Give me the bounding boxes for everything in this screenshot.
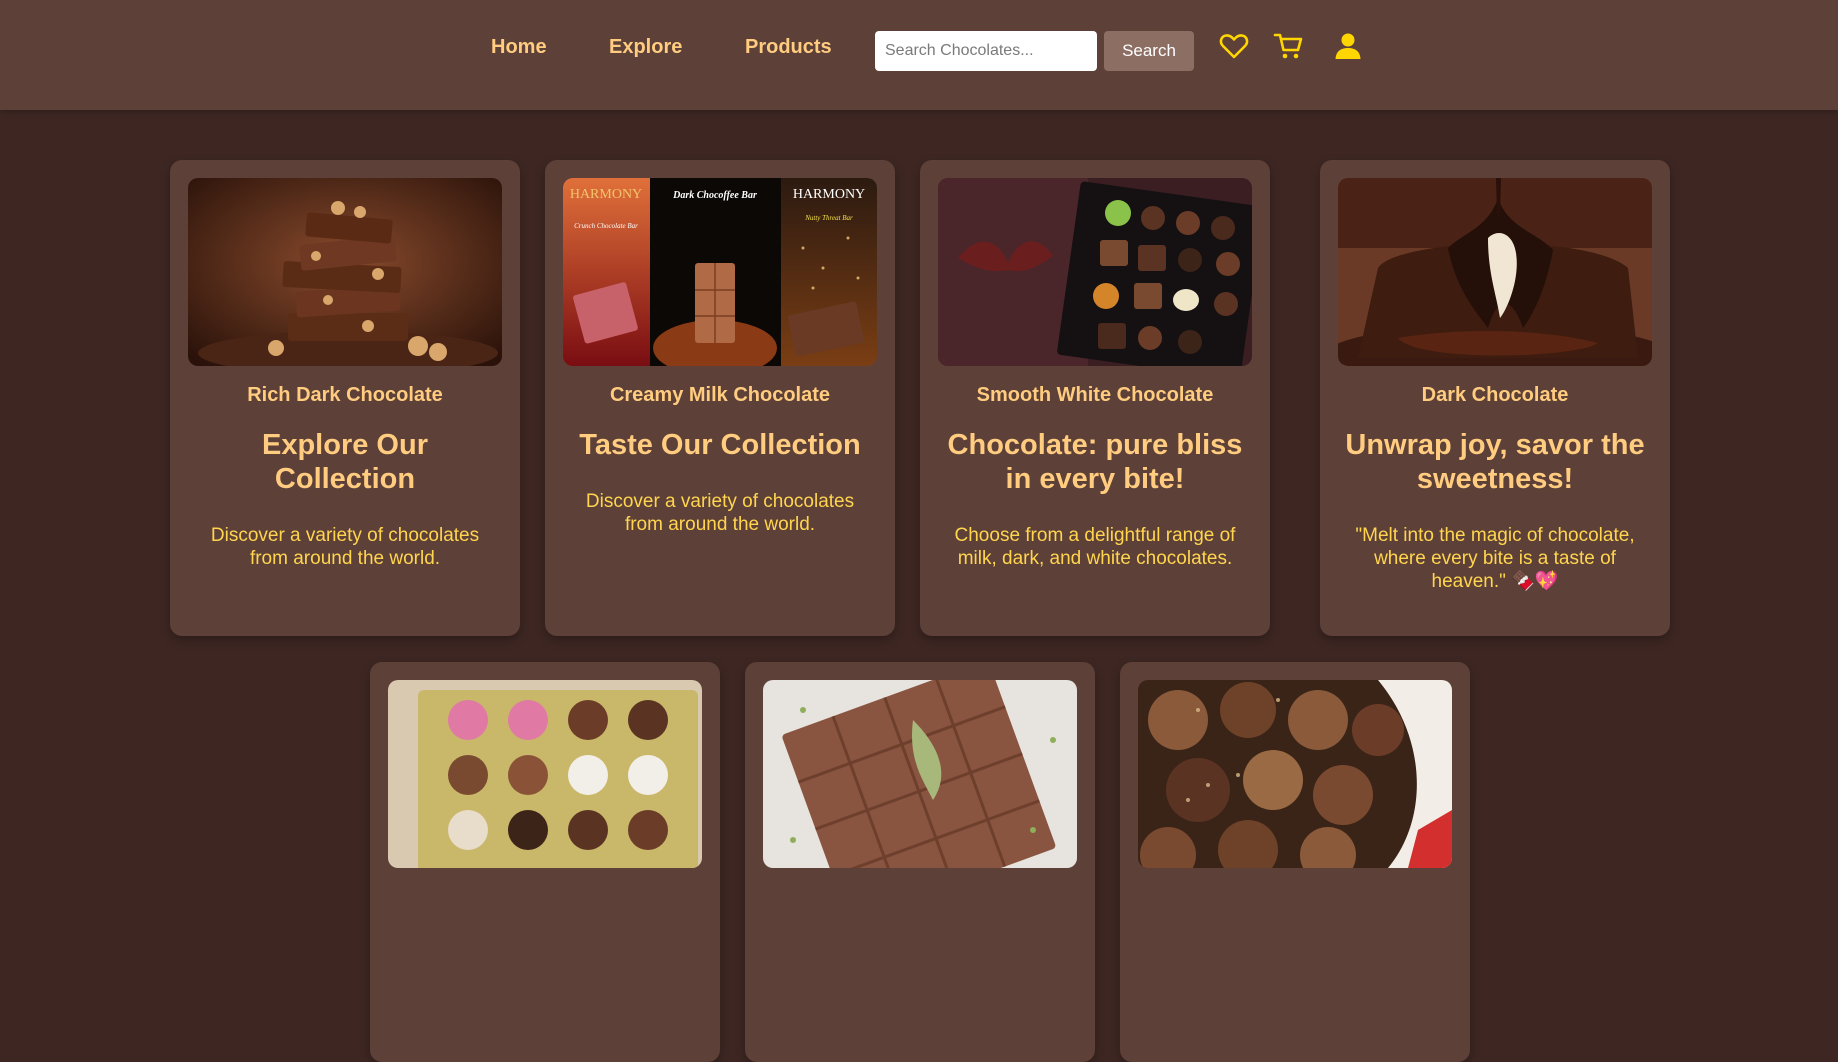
hazelnut-chocolate-stack-image bbox=[188, 178, 502, 366]
user-icon[interactable] bbox=[1332, 30, 1364, 62]
heart-icon[interactable] bbox=[1218, 30, 1250, 62]
card-description: Choose from a delightful range of milk, … bbox=[954, 525, 1236, 569]
cart-icon[interactable] bbox=[1273, 30, 1305, 62]
svg-text:HARMONY: HARMONY bbox=[793, 187, 865, 202]
product-card-smooth-white[interactable]: Smooth White Chocolate Chocolate: pure b… bbox=[920, 160, 1270, 636]
nav-products-link[interactable]: Products bbox=[745, 36, 832, 59]
card-title: Chocolate: pure bliss in every bite! bbox=[947, 429, 1243, 495]
svg-text:HARMONY: HARMONY bbox=[570, 187, 642, 202]
svg-text:Nutty Threat Bar: Nutty Threat Bar bbox=[804, 214, 853, 222]
card-title: Unwrap joy, savor the sweetness! bbox=[1345, 429, 1645, 495]
card-description: Discover a variety of chocolates from ar… bbox=[585, 491, 855, 535]
product-card-creamy-milk[interactable]: HARMONY Crunch Chocolate Bar Dark Chocof… bbox=[545, 160, 895, 636]
card-description: "Melt into the magic of chocolate, where… bbox=[1355, 525, 1635, 592]
card-title: Taste Our Collection bbox=[579, 429, 861, 461]
card-subtitle: Creamy Milk Chocolate bbox=[609, 384, 831, 406]
product-card-dark[interactable]: Dark Chocolate Unwrap joy, savor the swe… bbox=[1320, 160, 1670, 636]
lava-cake-image bbox=[1338, 178, 1652, 366]
card-title: Explore Our Collection bbox=[262, 429, 428, 495]
product-card-rich-dark[interactable]: Rich Dark Chocolate Explore Our Collecti… bbox=[170, 160, 520, 636]
nav-home-link[interactable]: Home bbox=[491, 36, 547, 59]
truffle-bowl-image bbox=[1138, 680, 1452, 868]
product-card-truffle-box[interactable] bbox=[370, 662, 720, 1062]
nav-explore-link[interactable]: Explore bbox=[609, 36, 682, 59]
truffle-box-image bbox=[388, 680, 702, 868]
svg-text:Crunch Chocolate Bar: Crunch Chocolate Bar bbox=[574, 222, 638, 230]
card-subtitle: Smooth White Chocolate bbox=[976, 384, 1214, 406]
navbar: Home Explore Products Search bbox=[0, 0, 1838, 110]
product-card-truffles[interactable] bbox=[1120, 662, 1470, 1062]
card-description: Discover a variety of chocolates from ar… bbox=[210, 525, 480, 569]
card-subtitle: Dark Chocolate bbox=[1421, 384, 1569, 406]
pistachio-chocolate-bar-image bbox=[763, 680, 1077, 868]
svg-text:Dark Chocoffee Bar: Dark Chocoffee Bar bbox=[672, 190, 757, 201]
card-subtitle: Rich Dark Chocolate bbox=[247, 384, 443, 406]
search-button[interactable]: Search bbox=[1104, 31, 1194, 71]
product-card-pistachio-bar[interactable] bbox=[745, 662, 1095, 1062]
chocolate-gift-box-image bbox=[938, 178, 1252, 366]
chocolate-bar-posters-image: HARMONY Crunch Chocolate Bar Dark Chocof… bbox=[563, 178, 877, 366]
search-input[interactable] bbox=[875, 31, 1097, 71]
